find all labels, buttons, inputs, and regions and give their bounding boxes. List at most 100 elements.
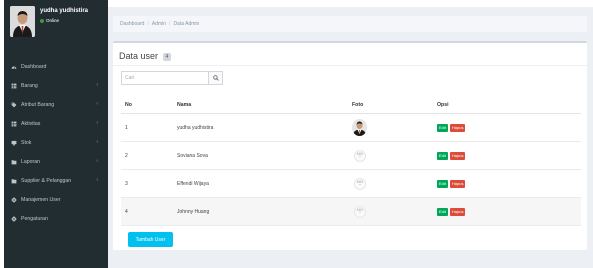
table-row: 2 Soviana Sova NO ▬ Edit Hapus [121, 142, 581, 170]
table-row: 4 Johnny Huang NO ▬ Edit Hapus [121, 198, 581, 226]
breadcrumb-separator: / [169, 21, 171, 27]
row-opsi: Edit Hapus [437, 142, 467, 169]
sidebar-item-laporan[interactable]: Laporan ‹ [4, 152, 108, 171]
row-foto: NO ▬ [352, 198, 366, 225]
sidebar-item-label: Atribut Barang [21, 101, 55, 108]
row-no: 2 [125, 152, 128, 159]
box-title: Data user 4 [119, 51, 172, 61]
column-header-no: No [125, 101, 132, 108]
row-opsi: Edit Hapus [437, 170, 467, 197]
search-button[interactable] [208, 72, 222, 84]
row-nama: Soviana Sova [177, 152, 208, 159]
monitor-icon [11, 140, 17, 145]
breadcrumb-separator: / [147, 21, 149, 27]
user-status-label: Online [46, 18, 60, 23]
sidebar-item-atribut-barang[interactable]: Atribut Barang ‹ [4, 95, 108, 114]
edit-button[interactable]: Edit [437, 123, 448, 132]
edit-button[interactable]: Edit [437, 207, 448, 216]
sidebar-item-barang[interactable]: Barang ‹ [4, 76, 108, 95]
column-header-nama: Nama [177, 101, 192, 108]
chevron-left-icon: ‹ [96, 158, 98, 164]
divider [113, 65, 587, 66]
sidebar-item-stok[interactable]: Stok ‹ [4, 133, 108, 152]
user-table: No Nama Foto Opsi 1 yudha yudhistira Edi… [121, 96, 581, 226]
main-content: Dashboard/Admin/Data Admin Data user 4 N… [108, 0, 593, 268]
sidebar-item-supplier-pelanggan[interactable]: Supplier & Pelanggan ‹ [4, 171, 108, 190]
user-photo [352, 119, 367, 136]
tag-icon [11, 102, 17, 107]
sidebar-item-pengaturan[interactable]: Pengaturan [4, 209, 108, 228]
sidebar-item-label: Pengaturan [21, 215, 48, 222]
breadcrumb: Dashboard / Admin / Data Admin [113, 16, 587, 32]
sidebar-item-label: Aktivitas [21, 120, 41, 127]
chevron-left-icon: ‹ [96, 82, 98, 88]
user-photo-icon [352, 119, 367, 136]
chevron-left-icon: ‹ [96, 177, 98, 183]
sidebar-item-label: Stok [21, 139, 32, 146]
search-input[interactable] [122, 72, 208, 84]
no-photo-line-icon: ▬ [359, 156, 361, 158]
gear-icon [11, 215, 17, 222]
user-status: Online [40, 18, 59, 23]
online-dot-icon [40, 18, 44, 23]
no-photo-line-icon: ▬ [359, 184, 361, 186]
box-title-label: Data user [119, 51, 159, 61]
table-row: 1 yudha yudhistira Edit Hapus [121, 114, 581, 142]
column-header-foto: Foto [352, 101, 364, 108]
sidebar-item-aktivitas[interactable]: Aktivitas ‹ [4, 114, 108, 133]
sidebar-item-manajemen-user[interactable]: Manajemen User [4, 190, 108, 209]
row-no: 3 [125, 180, 128, 187]
table-icon [11, 121, 17, 126]
sidebar-menu: Dashboard Barang ‹ Atribut Barang ‹ Akti… [4, 57, 108, 228]
column-header-opsi: Opsi [437, 101, 449, 108]
row-foto [352, 114, 367, 141]
chevron-left-icon: ‹ [96, 120, 98, 126]
no-photo-placeholder: NO ▬ [354, 149, 366, 162]
no-photo-line-icon: ▬ [359, 212, 361, 214]
folder-icon [11, 159, 17, 164]
edit-button[interactable]: Edit [437, 151, 448, 160]
delete-button[interactable]: Hapus [449, 179, 466, 188]
sidebar-item-label: Manajemen User [21, 196, 61, 203]
dashboard-icon [11, 65, 17, 69]
row-no: 4 [125, 208, 128, 215]
sidebar-item-dashboard[interactable]: Dashboard [4, 57, 108, 76]
row-opsi: Edit Hapus [437, 114, 467, 141]
folder-icon [11, 178, 17, 183]
row-nama: Effendi Wijaya [177, 180, 209, 187]
user-panel: yudha yudhistira Online [4, 0, 108, 43]
breadcrumb-item-data-admin: Data Admin [173, 21, 200, 27]
gear-icon [11, 196, 17, 203]
edit-button[interactable]: Edit [437, 179, 448, 188]
row-nama: yudha yudhistira [177, 124, 214, 131]
no-photo-placeholder: NO ▬ [354, 177, 366, 190]
sidebar-item-label: Barang [21, 82, 38, 89]
chevron-left-icon: ‹ [96, 139, 98, 145]
table-icon [11, 83, 17, 88]
row-foto: NO ▬ [352, 142, 366, 169]
add-user-button[interactable]: Tambah User [128, 232, 173, 247]
search-group [121, 71, 223, 85]
sidebar-item-label: Dashboard [21, 63, 47, 70]
sidebar: yudha yudhistira Online Dashboard Barang… [4, 0, 108, 268]
breadcrumb-item-dashboard[interactable]: Dashboard [120, 21, 144, 27]
row-opsi: Edit Hapus [437, 198, 467, 225]
row-nama: Johnny Huang [177, 208, 210, 215]
chevron-left-icon: ‹ [96, 101, 98, 107]
row-no: 1 [125, 124, 128, 131]
sidebar-item-label: Supplier & Pelanggan [21, 177, 72, 184]
sidebar-item-label: Laporan [21, 158, 41, 165]
user-photo-icon [10, 6, 35, 37]
user-name: yudha yudhistira [40, 8, 89, 14]
table-row: 3 Effendi Wijaya NO ▬ Edit Hapus [121, 170, 581, 198]
delete-button[interactable]: Hapus [449, 207, 466, 216]
row-foto: NO ▬ [352, 170, 366, 197]
table-header: No Nama Foto Opsi [121, 96, 581, 114]
delete-button[interactable]: Hapus [449, 151, 466, 160]
breadcrumb-item-admin[interactable]: Admin [152, 21, 166, 27]
top-navbar [108, 0, 593, 7]
delete-button[interactable]: Hapus [449, 123, 466, 132]
data-user-box: Data user 4 No Nama Foto Opsi 1 yudha yu… [113, 41, 587, 250]
avatar [10, 6, 35, 37]
count-badge: 4 [162, 52, 172, 61]
